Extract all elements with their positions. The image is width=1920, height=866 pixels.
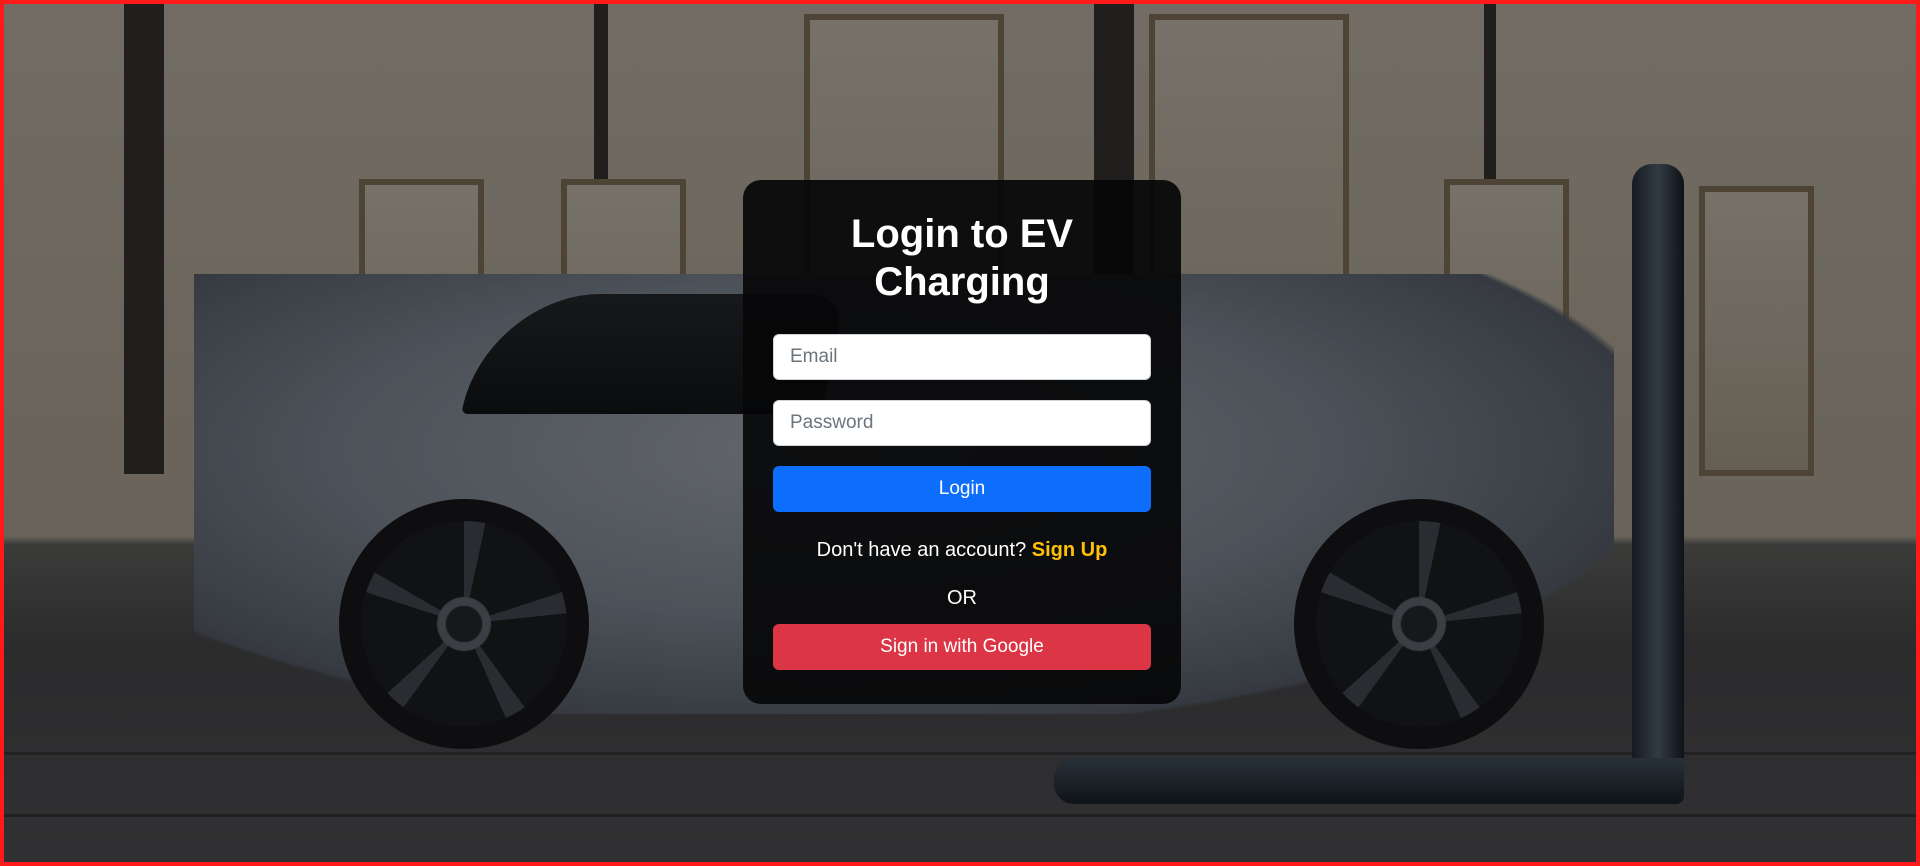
- password-input[interactable]: [773, 400, 1151, 446]
- login-card: Login to EV Charging Login Don't have an…: [743, 180, 1181, 704]
- signup-prompt-line: Don't have an account? Sign Up: [773, 538, 1151, 562]
- login-button[interactable]: Login: [773, 466, 1151, 512]
- google-signin-button[interactable]: Sign in with Google: [773, 624, 1151, 670]
- login-title: Login to EV Charging: [850, 212, 1074, 304]
- or-divider-text: OR: [947, 587, 977, 609]
- signup-prompt-text: Don't have an account?: [816, 539, 1027, 561]
- signup-link[interactable]: Sign Up: [1032, 539, 1108, 561]
- email-input[interactable]: [773, 334, 1151, 380]
- login-page: Login to EV Charging Login Don't have an…: [0, 0, 1920, 866]
